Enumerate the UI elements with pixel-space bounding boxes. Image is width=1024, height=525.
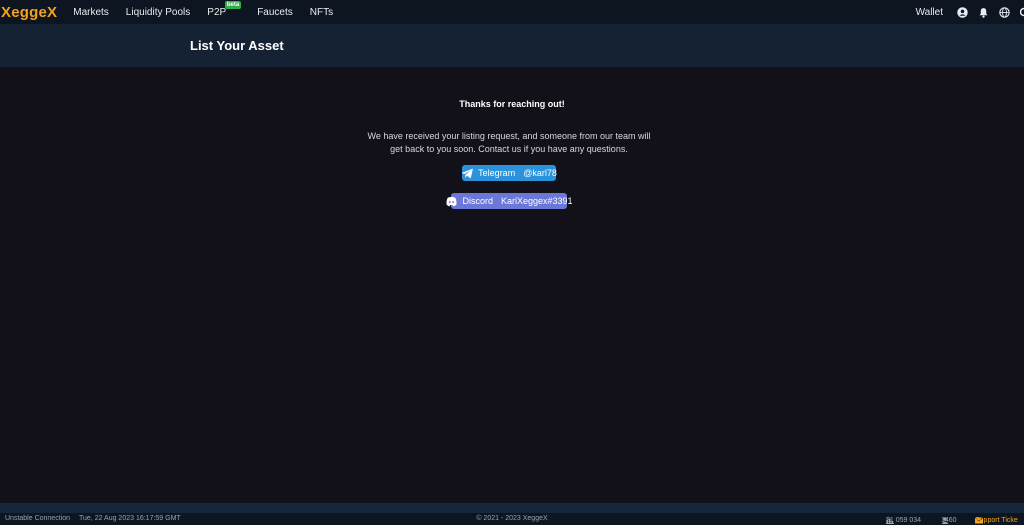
xeggex-logo[interactable]: XeggeX	[1, 4, 57, 21]
main-content: Thanks for reaching out! We have receive…	[0, 67, 1024, 503]
page-header: List Your Asset	[0, 24, 1024, 67]
discord-contact-button[interactable]: Discord KarlXeggex#3391	[446, 193, 573, 209]
nav-liquidity-pools[interactable]: Liquidity Pools	[126, 7, 190, 18]
message-line-1: We have received your listing request, a…	[367, 131, 651, 141]
volume-value: $1 059 034	[886, 517, 922, 524]
wallet-link[interactable]: Wallet	[916, 7, 943, 18]
nav-p2p-label: P2P	[207, 6, 227, 18]
thanks-heading: Thanks for reaching out!	[459, 99, 565, 109]
footer-divider	[0, 503, 1024, 513]
telegram-label: Telegram	[478, 168, 516, 178]
nav-markets[interactable]: Markets	[73, 7, 109, 18]
nav-faucets[interactable]: Faucets	[257, 7, 293, 18]
page-title: List Your Asset	[190, 38, 284, 53]
bell-icon[interactable]	[978, 7, 989, 18]
copyright: © 2021 - 2023 XeggeX	[476, 515, 548, 522]
top-navbar: XeggeX Markets Liquidity Pools P2P beta …	[0, 0, 1024, 24]
users-value: 1460	[941, 517, 957, 524]
nav-nfts[interactable]: NFTs	[310, 7, 333, 18]
nav-p2p[interactable]: P2P beta	[207, 0, 242, 18]
beta-badge: beta	[224, 0, 242, 9]
nav-right-group: Wallet	[916, 0, 1024, 24]
partial-edge-icon[interactable]	[1020, 7, 1024, 17]
message-line-2: get back to you soon. Contact us if you …	[390, 144, 628, 154]
telegram-handle: @karl78	[523, 168, 557, 178]
support-ticket-label: Support Ticke	[975, 517, 1018, 524]
telegram-contact-button[interactable]: Telegram @karl78	[461, 165, 557, 181]
main-nav: Markets Liquidity Pools P2P beta Faucets…	[73, 0, 350, 18]
telegram-icon	[461, 168, 474, 179]
discord-label: Discord	[462, 196, 493, 206]
confirmation-message: We have received your listing request, a…	[362, 130, 656, 156]
status-footer: Unstable Connection Tue, 22 Aug 2023 16:…	[0, 513, 1024, 525]
user-circle-icon[interactable]	[957, 6, 968, 18]
globe-icon[interactable]	[999, 6, 1010, 18]
discord-handle: KarlXeggex#3391	[500, 196, 573, 206]
discord-icon	[445, 196, 458, 207]
